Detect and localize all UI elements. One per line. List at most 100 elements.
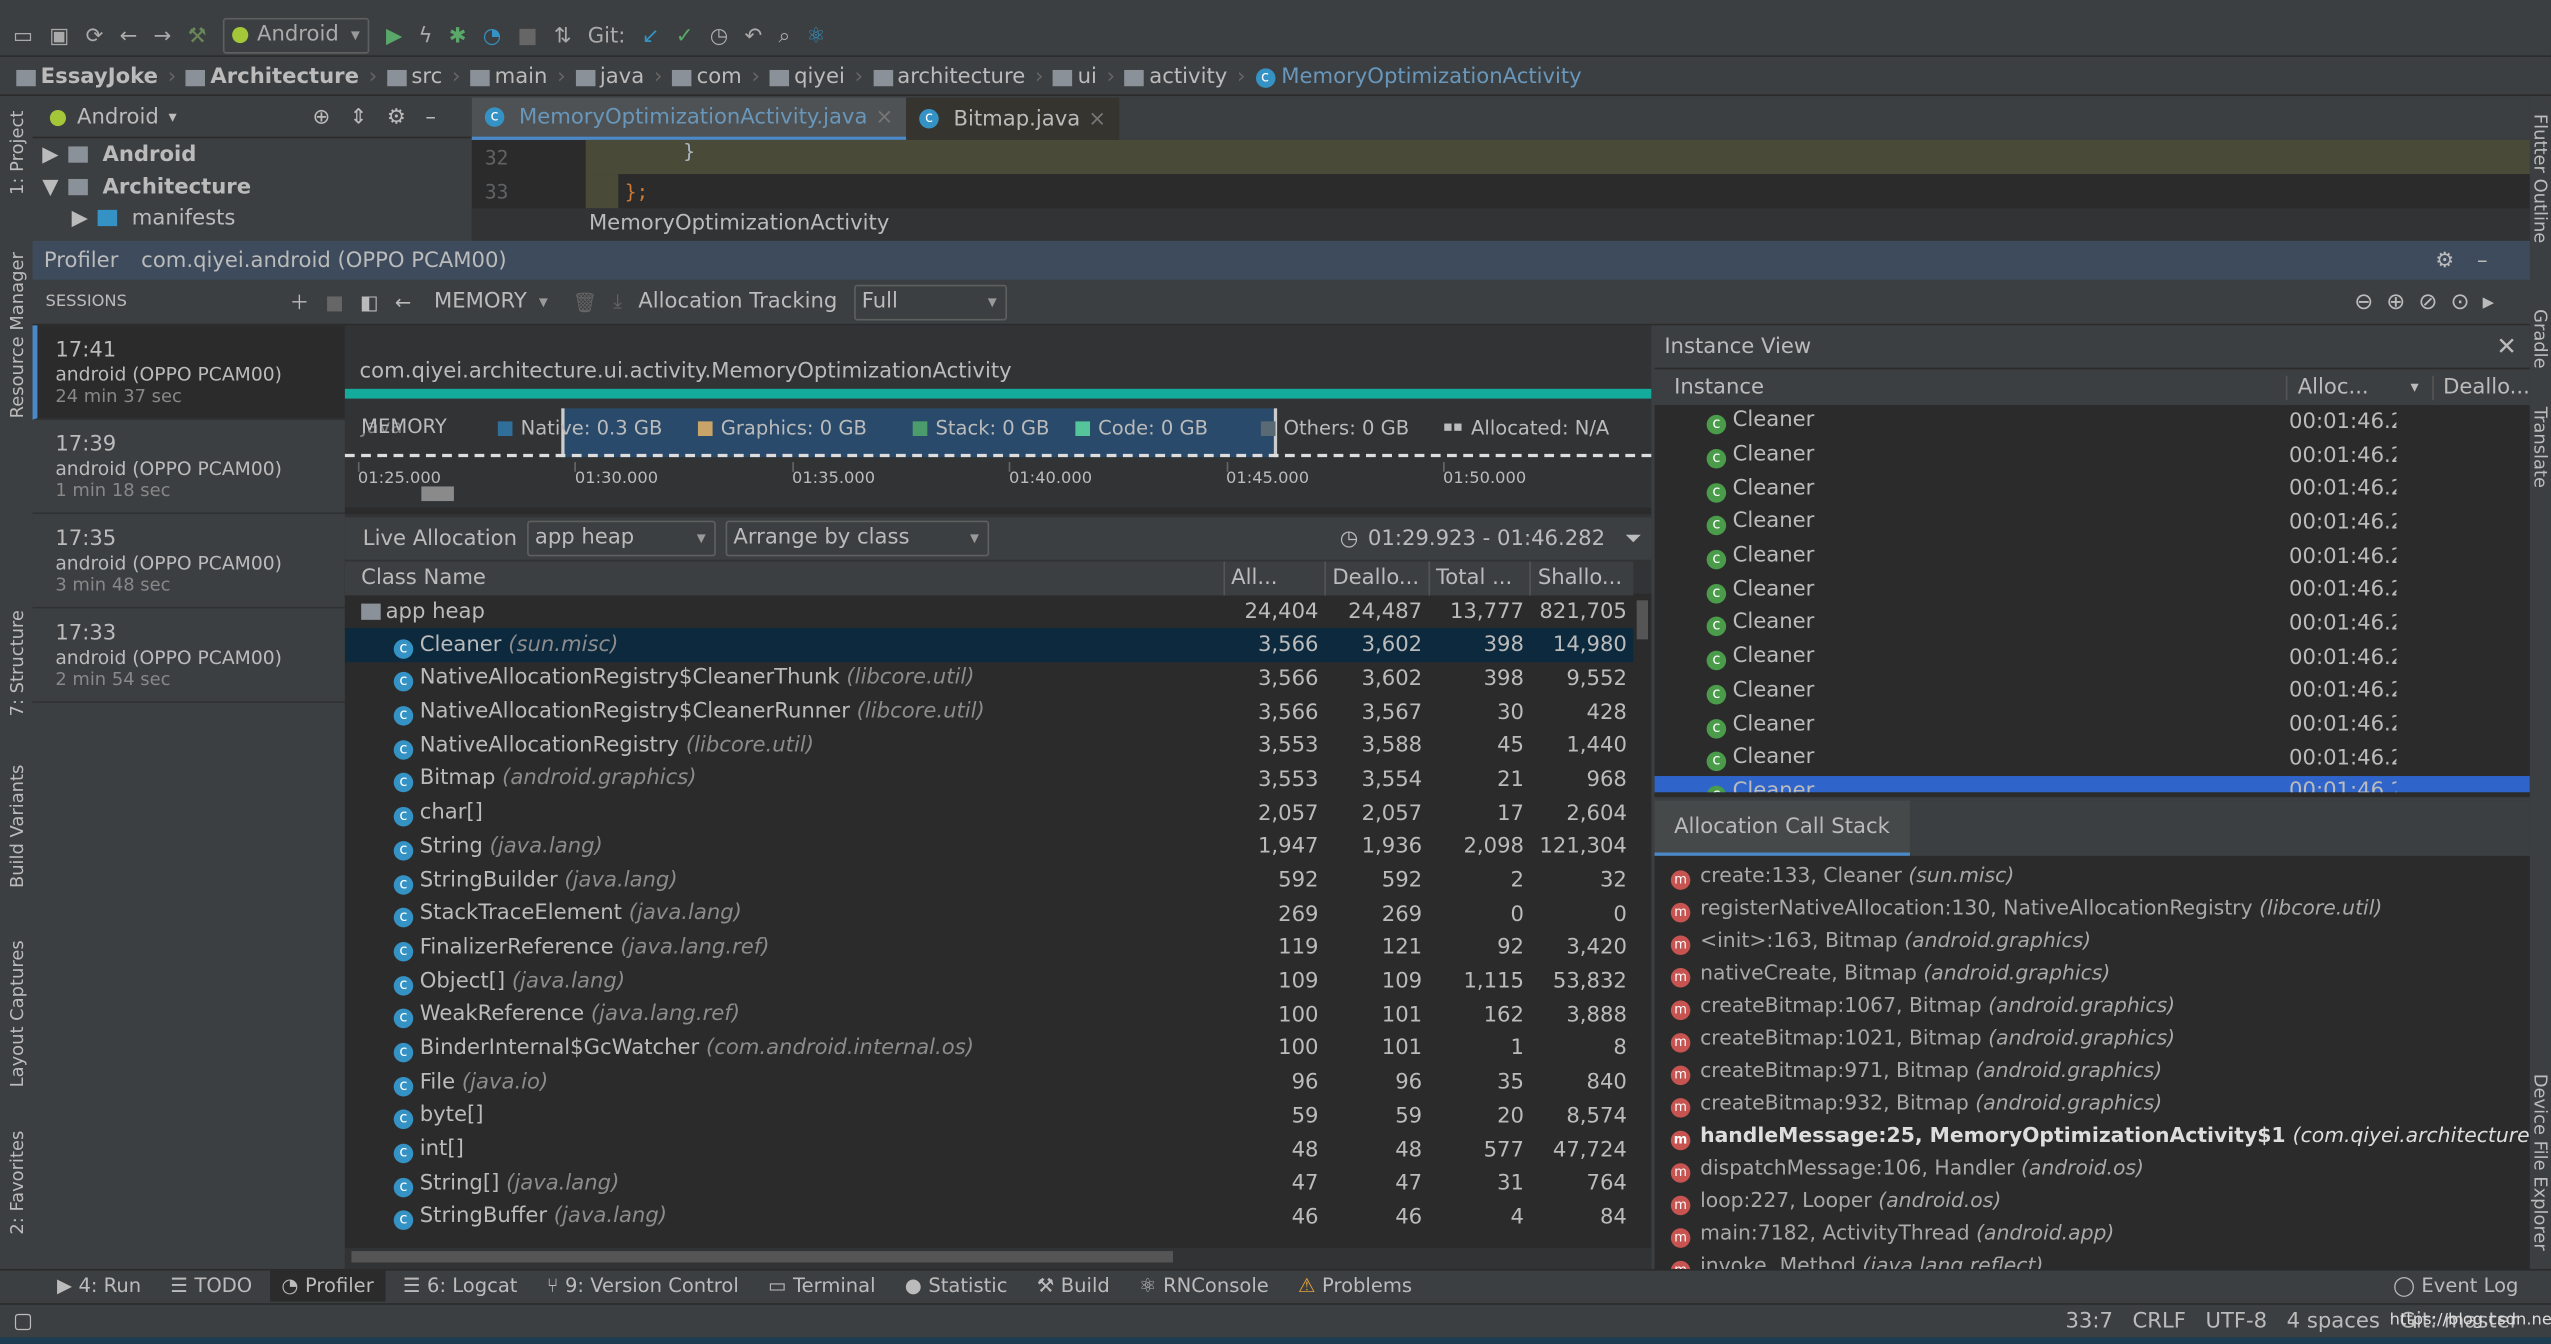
table-row[interactable]: c File (java.io) 96 96 35 840 xyxy=(345,1066,1634,1100)
table-row[interactable]: c Bitmap (android.graphics) 3,553 3,554 21 96… xyxy=(345,763,1634,797)
instance-row[interactable]: cCleaner00:01:46.24 xyxy=(1655,472,2530,506)
close-icon[interactable]: × xyxy=(876,105,894,129)
file-encoding[interactable]: UTF-8 xyxy=(2205,1309,2267,1333)
caret-position[interactable]: 33:7 xyxy=(2065,1309,2113,1333)
settings-icon[interactable]: ⚙– xyxy=(2435,248,2510,272)
search-icon[interactable]: ⌕ xyxy=(778,24,790,48)
sdk-manager-icon[interactable]: ⇅ xyxy=(554,24,572,48)
tool-tab-device-file-explorer[interactable]: Device File Explorer xyxy=(2530,1074,2551,1251)
stack-frame[interactable]: m createBitmap:971, Bitmap (android.graph… xyxy=(1670,1057,2530,1090)
instance-row[interactable]: cCleaner00:01:46.24 xyxy=(1655,439,2530,473)
git-commit-icon[interactable]: ✓ xyxy=(676,24,694,48)
breadcrumb-item[interactable]: architecture xyxy=(872,65,1025,89)
tool-tab-flutter-outline[interactable]: Flutter Outline xyxy=(2530,114,2551,243)
profile-icon[interactable]: ◔ xyxy=(483,24,501,48)
git-history-icon[interactable]: ◷ xyxy=(710,24,728,48)
arrange-select[interactable]: Arrange by class xyxy=(725,520,989,557)
splitter[interactable] xyxy=(344,507,1652,515)
tool-tab-favorites[interactable]: 2: Favorites xyxy=(7,1131,28,1235)
code-line[interactable]: }; xyxy=(618,180,649,203)
indent-setting[interactable]: 4 spaces xyxy=(2287,1309,2380,1333)
tool-tab-translate[interactable]: Translate xyxy=(2530,407,2551,488)
bottom-tab[interactable]: ⚒ Build xyxy=(1025,1271,1121,1302)
forward-icon[interactable]: → xyxy=(154,24,172,48)
instance-row[interactable]: cCleaner00:01:46.23 xyxy=(1654,775,2530,793)
instance-row[interactable]: cCleaner00:01:46.24 xyxy=(1655,506,2530,540)
column-header[interactable]: Shallo... xyxy=(1529,561,1634,595)
column-instance[interactable]: Instance xyxy=(1655,375,2287,399)
bottom-tab[interactable]: ▭ Terminal xyxy=(757,1271,887,1302)
code-line[interactable]: } xyxy=(585,139,2530,175)
instance-row[interactable]: cCleaner00:01:46.23 xyxy=(1655,607,2530,641)
revert-icon[interactable]: ↶ xyxy=(744,24,762,48)
breadcrumb-item[interactable]: activity xyxy=(1124,65,1227,89)
session-item[interactable]: 17:39 android (OPPO PCAM00) 1 min 18 sec xyxy=(32,420,345,515)
table-row[interactable]: c Object[] (java.lang) 109 109 1,115 53,832 xyxy=(345,965,1634,999)
breadcrumb-item[interactable]: ui xyxy=(1053,65,1097,89)
table-row[interactable]: c char[] 2,057 2,057 17 2,604 xyxy=(345,797,1634,831)
table-row[interactable]: c String (java.lang) 1,947 1,936 2,098 121,30… xyxy=(345,831,1634,865)
class-table-hscrollbar[interactable] xyxy=(344,1247,1652,1269)
stack-frame[interactable]: m loop:227, Looper (android.os) xyxy=(1670,1188,2530,1221)
toggle-tool-windows-icon[interactable]: ▢ xyxy=(13,1309,33,1333)
open-icon[interactable]: ▭ xyxy=(13,24,33,48)
instance-row[interactable]: cCleaner00:01:46.23 xyxy=(1655,641,2530,675)
table-row[interactable]: c Cleaner (sun.misc) 3,566 3,602 398 14,980 xyxy=(344,628,1634,663)
table-row[interactable]: c int[] 48 48 577 47,724 xyxy=(345,1133,1634,1167)
session-item[interactable]: 17:41 android (OPPO PCAM00) 24 min 37 sec xyxy=(32,325,345,420)
instance-row[interactable]: cCleaner00:01:46.23 xyxy=(1655,674,2530,708)
stack-frame[interactable]: m createBitmap:1021, Bitmap (android.grap… xyxy=(1670,1025,2530,1058)
back-icon[interactable]: ← xyxy=(395,290,411,313)
delete-icon[interactable]: 🗑 xyxy=(572,290,597,313)
run-icon[interactable]: ▶ xyxy=(386,24,402,48)
table-row[interactable]: c BinderInternal$GcWatcher (com.android.i… xyxy=(345,1032,1634,1066)
column-header[interactable]: Class Name xyxy=(345,561,1224,595)
instance-row[interactable]: cCleaner00:01:46.24 xyxy=(1655,540,2530,574)
project-panel-actions[interactable]: ⊕⇕⚙– xyxy=(312,105,455,129)
stop-icon[interactable]: ■ xyxy=(517,24,537,48)
stack-frame[interactable]: m nativeCreate, Bitmap (android.graphics) xyxy=(1670,960,2530,993)
make-icon[interactable]: ⚒ xyxy=(188,24,207,48)
add-session-icon[interactable]: ＋ xyxy=(290,288,310,316)
stack-frame[interactable]: minvoke, Method (java.lang.reflect) xyxy=(1670,1253,2530,1269)
instance-row[interactable]: cCleaner00:01:46.23 xyxy=(1655,708,2530,742)
tool-tab-resource-manager[interactable]: Resource Manager xyxy=(7,252,28,418)
instance-row[interactable]: cCleaner00:01:46.23 xyxy=(1655,742,2530,776)
instance-row[interactable]: cCleaner00:01:46.24 xyxy=(1655,405,2530,439)
class-table-scrollbar[interactable] xyxy=(1633,593,1652,1248)
tree-item-android[interactable]: Android xyxy=(102,142,196,166)
column-header[interactable]: All... xyxy=(1222,561,1326,595)
collapse-sessions-icon[interactable]: ◧ xyxy=(360,290,378,313)
tree-item-manifests[interactable]: manifests xyxy=(132,206,236,230)
session-item[interactable]: 17:33 android (OPPO PCAM00) 2 min 54 sec xyxy=(32,608,345,703)
tree-item-architecture[interactable]: Architecture xyxy=(102,175,251,199)
table-row-app-heap[interactable]: app heap 24,404 24,487 13,777 821,705 xyxy=(345,595,1634,629)
filter-icon[interactable]: ⏷ xyxy=(1625,526,1642,550)
project-view-select[interactable]: Android xyxy=(77,105,159,129)
breadcrumb-item[interactable]: EssayJoke xyxy=(16,65,158,89)
git-update-icon[interactable]: ↙ xyxy=(642,24,660,48)
apply-changes-icon[interactable]: ϟ xyxy=(418,24,432,48)
bottom-tab[interactable]: ☰ 6: Logcat xyxy=(392,1271,529,1302)
breadcrumb-item[interactable]: com xyxy=(672,65,742,89)
instance-row[interactable]: cCleaner00:01:46.24 xyxy=(1655,573,2530,607)
table-row[interactable]: c StringBuffer (java.lang) 46 46 4 84 xyxy=(345,1201,1634,1235)
table-row[interactable]: c byte[] 59 59 20 8,574 xyxy=(345,1100,1634,1134)
table-row[interactable]: c StringBuilder (java.lang) 592 592 2 32 xyxy=(345,864,1634,898)
editor-tab-bitmap[interactable]: c Bitmap.java × xyxy=(906,97,1120,140)
bottom-tab[interactable]: ⚛ RNConsole xyxy=(1128,1271,1280,1302)
table-row[interactable]: c String[] (java.lang) 47 47 31 764 xyxy=(345,1167,1634,1201)
allocation-tracking-select[interactable]: Full xyxy=(853,283,1007,320)
stack-frame[interactable]: m main:7182, ActivityThread (android.app) xyxy=(1670,1220,2530,1253)
breadcrumb-item[interactable]: src xyxy=(386,65,442,89)
tool-tab-layout-captures[interactable]: Layout Captures xyxy=(7,940,28,1087)
dump-heap-icon[interactable]: ⤓ xyxy=(613,290,622,314)
table-row[interactable]: c StackTraceElement (java.lang) 269 269 0 0 xyxy=(345,898,1634,932)
zoom-controls[interactable]: ⊖⊕⊘⊙▸ xyxy=(2354,289,2507,315)
heap-select[interactable]: app heap xyxy=(526,520,716,557)
back-icon[interactable]: ← xyxy=(120,24,138,48)
stack-frame[interactable]: m dispatchMessage:106, Handler (android.o… xyxy=(1670,1155,2530,1188)
call-stack-tab[interactable]: Allocation Call Stack xyxy=(1654,800,1910,856)
stack-frame[interactable]: m createBitmap:932, Bitmap (android.graph… xyxy=(1670,1090,2530,1123)
column-header[interactable]: Total ... xyxy=(1427,561,1531,595)
